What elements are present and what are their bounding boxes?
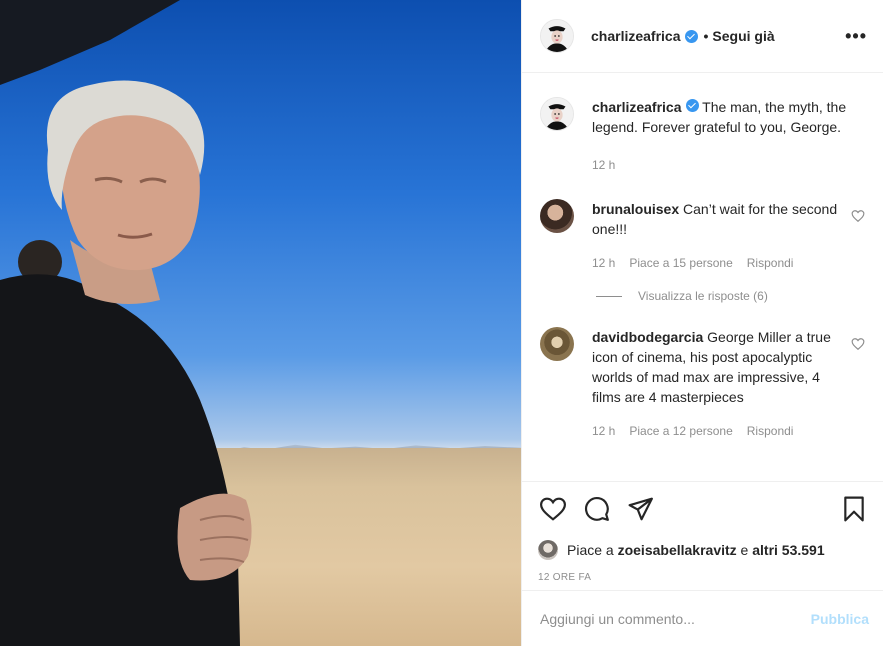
caption: charlizeafrica The man, the myth, the le…	[540, 97, 865, 175]
comment-body: brunalouisex Can’t wait for the second o…	[592, 199, 865, 273]
comment-heart-icon[interactable]	[851, 337, 865, 351]
caption-avatar[interactable]	[540, 97, 574, 131]
likes-prefix: Piace a	[567, 542, 614, 558]
view-replies-label: Visualizza le risposte (6)	[638, 289, 768, 303]
likes-conj: e	[740, 542, 749, 558]
comment-time[interactable]: 12 h	[592, 253, 615, 273]
commenter-avatar[interactable]	[540, 327, 574, 361]
commenter-avatar[interactable]	[540, 199, 574, 233]
following-button[interactable]: Segui già	[712, 28, 774, 44]
comment-time[interactable]: 12 h	[592, 421, 615, 441]
comments-list[interactable]: charlizeafrica The man, the myth, the le…	[522, 73, 883, 481]
separator-dot: •	[703, 28, 709, 44]
post-timestamp[interactable]: 12 ORE FA	[538, 572, 869, 583]
post-side-panel: charlizeafrica • Segui già ••• charlizea…	[521, 0, 883, 646]
comment-author[interactable]: davidbodegarcia	[592, 329, 703, 345]
reply-button[interactable]: Rispondi	[747, 421, 794, 441]
comment-icon[interactable]	[582, 494, 612, 524]
verified-badge-icon	[685, 99, 699, 112]
caption-time[interactable]: 12 h	[592, 155, 615, 175]
comment-meta: 12 h Piace a 15 persone Rispondi	[592, 253, 839, 273]
caption-meta: 12 h	[592, 155, 865, 175]
action-icons	[538, 492, 869, 526]
post-header: charlizeafrica • Segui già •••	[522, 0, 883, 73]
bookmark-icon[interactable]	[839, 494, 869, 524]
comment-input[interactable]	[540, 610, 811, 627]
caption-author[interactable]: charlizeafrica	[592, 99, 682, 115]
verified-badge-icon	[684, 29, 698, 43]
comment-meta: 12 h Piace a 12 persone Rispondi	[592, 421, 839, 441]
heart-icon[interactable]	[538, 494, 568, 524]
comment-body: davidbodegarcia George Miller a true ico…	[592, 327, 865, 441]
comment-author[interactable]: brunalouisex	[592, 201, 679, 217]
view-replies-button[interactable]: Visualizza le risposte (6)	[596, 289, 865, 303]
likes-others-count[interactable]: altri 53.591	[752, 542, 824, 558]
replies-divider	[596, 295, 622, 297]
publish-button[interactable]: Pubblica	[811, 611, 869, 627]
author-avatar[interactable]	[540, 19, 574, 53]
caption-body: charlizeafrica The man, the myth, the le…	[592, 97, 865, 175]
liker-avatar[interactable]	[538, 540, 558, 560]
comment-item: davidbodegarcia George Miller a true ico…	[540, 327, 865, 441]
post-photo[interactable]	[0, 0, 521, 646]
liker-username[interactable]: zoeisabellakravitz	[618, 542, 737, 558]
comment-likes-count[interactable]: Piace a 15 persone	[629, 253, 732, 273]
likes-text: Piace a zoeisabellakravitz e altri 53.59…	[567, 542, 825, 558]
author-info: charlizeafrica • Segui già	[591, 28, 775, 44]
comment-item: brunalouisex Can’t wait for the second o…	[540, 199, 865, 273]
author-username[interactable]: charlizeafrica	[591, 28, 681, 44]
likes-summary: Piace a zoeisabellakravitz e altri 53.59…	[538, 540, 869, 560]
comment-heart-icon[interactable]	[851, 209, 865, 223]
reply-button[interactable]: Rispondi	[747, 253, 794, 273]
comment-likes-count[interactable]: Piace a 12 persone	[629, 421, 732, 441]
more-options-icon[interactable]: •••	[845, 26, 867, 47]
instagram-post: charlizeafrica • Segui già ••• charlizea…	[0, 0, 883, 646]
paper-plane-icon[interactable]	[626, 494, 656, 524]
man-silhouette	[0, 0, 252, 646]
comment-composer: Pubblica	[522, 590, 883, 646]
